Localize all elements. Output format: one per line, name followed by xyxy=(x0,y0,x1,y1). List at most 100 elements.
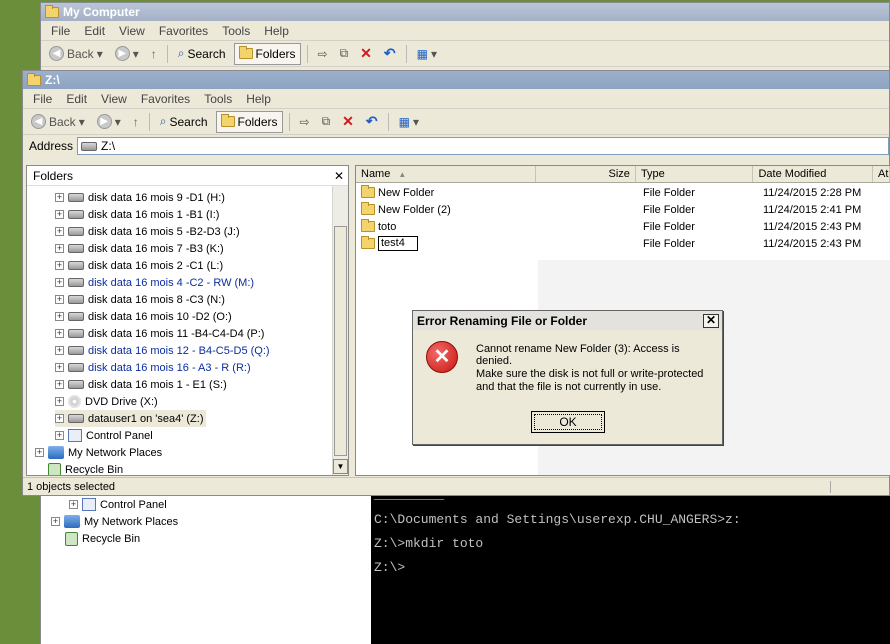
tree-item[interactable]: + disk data 16 mois 5 -B2-D3 (J:) xyxy=(55,223,240,240)
expand-icon[interactable]: + xyxy=(55,329,64,338)
expand-icon[interactable]: + xyxy=(55,261,64,270)
tree-item-network[interactable]: + My Network Places xyxy=(51,513,178,530)
copy-to-button[interactable]: ⧉ xyxy=(336,43,353,65)
network-drive-icon xyxy=(81,141,98,151)
tree-item[interactable]: + disk data 16 mois 1 -B1 (I:) xyxy=(55,206,219,223)
tree-item[interactable]: + Control Panel xyxy=(55,427,153,444)
menu-edit[interactable]: Edit xyxy=(66,92,87,106)
menu-view[interactable]: View xyxy=(119,24,145,38)
expand-icon[interactable]: + xyxy=(55,210,64,219)
list-item[interactable]: toto File Folder 11/24/2015 2:43 PM xyxy=(356,218,890,235)
move-to-button[interactable]: ⇨ xyxy=(296,111,314,133)
column-date[interactable]: Date Modified xyxy=(753,166,874,182)
tree-item[interactable]: + disk data 16 mois 1 - E1 (S:) xyxy=(55,376,227,393)
chevron-down-icon: ▾ xyxy=(430,46,438,61)
file-date: 11/24/2015 2:43 PM xyxy=(763,237,862,250)
menu-view[interactable]: View xyxy=(101,92,127,106)
delete-button[interactable]: ✕ xyxy=(338,111,358,133)
back-button[interactable]: ◀ Back ▾ xyxy=(45,43,107,65)
expand-icon[interactable]: + xyxy=(55,227,64,236)
menu-help[interactable]: Help xyxy=(264,24,289,38)
close-icon[interactable]: ✕ xyxy=(334,169,344,183)
menu-favorites[interactable]: Favorites xyxy=(141,92,190,106)
command-prompt[interactable]: ————————— C:\Documents and Settings\user… xyxy=(371,492,890,644)
address-input[interactable]: Z:\ xyxy=(77,137,889,155)
menu-file[interactable]: File xyxy=(33,92,52,106)
list-item[interactable]: test4 File Folder 11/24/2015 2:43 PM xyxy=(356,235,890,252)
list-item[interactable]: New Folder (2) File Folder 11/24/2015 2:41… xyxy=(356,201,890,218)
tree-item[interactable]: + disk data 16 mois 7 -B3 (K:) xyxy=(55,240,224,257)
views-button[interactable]: ▦ ▾ xyxy=(413,43,441,65)
scroll-down-button[interactable]: ▼ xyxy=(333,459,348,474)
tree-item[interactable]: + disk data 16 mois 12 - B4-C5-D5 (Q:) xyxy=(55,342,270,359)
back-button[interactable]: ◀ Back ▾ xyxy=(27,111,89,133)
forward-button[interactable]: ▶ ▾ xyxy=(111,43,143,65)
expand-icon[interactable]: + xyxy=(55,363,64,372)
ok-button[interactable]: OK xyxy=(531,411,605,433)
expand-icon[interactable]: + xyxy=(55,295,64,304)
folders-button[interactable]: Folders xyxy=(233,42,301,65)
undo-icon: ↶ xyxy=(365,113,378,129)
tree-item[interactable]: + disk data 16 mois 8 -C3 (N:) xyxy=(55,291,225,308)
column-attributes[interactable]: At xyxy=(873,166,890,182)
expand-icon[interactable]: + xyxy=(55,431,64,440)
expand-icon[interactable]: + xyxy=(51,517,60,526)
copy-to-button[interactable]: ⧉ xyxy=(318,111,335,133)
expand-icon[interactable]: + xyxy=(55,278,64,287)
column-size[interactable]: Size xyxy=(536,166,636,182)
tree-item[interactable]: + disk data 16 mois 10 -D2 (O:) xyxy=(55,308,232,325)
expand-icon[interactable]: + xyxy=(55,380,64,389)
tree-item[interactable]: + disk data 16 mois 9 -D1 (H:) xyxy=(55,189,225,206)
menu-tools[interactable]: Tools xyxy=(222,24,250,38)
menu-file[interactable]: File xyxy=(51,24,70,38)
expand-icon[interactable]: + xyxy=(35,448,44,457)
expand-icon[interactable]: + xyxy=(55,193,64,202)
expand-icon[interactable]: + xyxy=(55,414,64,423)
expand-icon[interactable]: + xyxy=(55,312,64,321)
search-button[interactable]: ⌕ Search xyxy=(156,111,212,133)
tree-item[interactable]: + DVD Drive (X:) xyxy=(55,393,158,410)
move-to-button[interactable]: ⇨ xyxy=(314,43,332,65)
folder-icon xyxy=(45,4,59,18)
tree-item[interactable]: + datauser1 on 'sea4' (Z:) xyxy=(55,410,207,427)
my-computer-titlebar[interactable]: My Computer xyxy=(41,3,889,21)
up-folder-button[interactable]: ↑ xyxy=(129,111,143,133)
column-name[interactable]: Name ▲ xyxy=(356,166,537,182)
column-type[interactable]: Type xyxy=(636,166,754,182)
tree-item[interactable]: + My Network Places xyxy=(35,444,162,461)
expand-icon[interactable]: + xyxy=(55,346,64,355)
file-list: New Folder File Folder 11/24/2015 2:28 PM N… xyxy=(356,184,890,252)
tree-item[interactable]: + disk data 16 mois 16 - A3 - R (R:) xyxy=(55,359,251,376)
tree-item-recycle[interactable]: Recycle Bin xyxy=(65,530,140,547)
undo-button[interactable]: ↶ xyxy=(362,111,382,133)
tree-item-label: Control Panel xyxy=(100,498,167,511)
menu-tools[interactable]: Tools xyxy=(204,92,232,106)
close-button[interactable]: ✕ xyxy=(703,313,719,328)
list-item[interactable]: New Folder File Folder 11/24/2015 2:28 PM xyxy=(356,184,890,201)
scrollbar-thumb[interactable] xyxy=(334,226,347,456)
tree-item-control-panel[interactable]: + Control Panel xyxy=(69,496,167,513)
expand-icon[interactable]: + xyxy=(55,244,64,253)
delete-button[interactable]: ✕ xyxy=(356,43,376,65)
views-button[interactable]: ▦ ▾ xyxy=(395,111,423,133)
forward-button[interactable]: ▶ ▾ xyxy=(93,111,125,133)
menu-favorites[interactable]: Favorites xyxy=(159,24,208,38)
z-drive-titlebar[interactable]: Z:\ xyxy=(23,71,889,89)
expand-icon[interactable]: + xyxy=(55,397,64,406)
tree-item-label: disk data 16 mois 16 - A3 - R (R:) xyxy=(88,361,251,374)
menu-help[interactable]: Help xyxy=(246,92,271,106)
folders-button[interactable]: Folders xyxy=(215,110,283,133)
tree-item[interactable]: Recycle Bin xyxy=(35,461,123,475)
expand-icon[interactable]: + xyxy=(69,500,78,509)
folder-icon xyxy=(27,72,41,86)
up-folder-button[interactable]: ↑ xyxy=(147,43,161,65)
tree-item[interactable]: + disk data 16 mois 4 -C2 - RW (M:) xyxy=(55,274,254,291)
undo-button[interactable]: ↶ xyxy=(380,43,400,65)
search-button[interactable]: ⌕ Search xyxy=(174,43,230,65)
tree-item[interactable]: + disk data 16 mois 11 -B4-C4-D4 (P:) xyxy=(55,325,264,342)
dialog-titlebar[interactable]: Error Renaming File or Folder ✕ xyxy=(413,311,722,330)
rename-input[interactable]: test4 xyxy=(378,236,418,251)
tree-item[interactable]: + disk data 16 mois 2 -C1 (L:) xyxy=(55,257,223,274)
menu-edit[interactable]: Edit xyxy=(84,24,105,38)
tree-scrollbar[interactable]: ▼ xyxy=(332,186,348,475)
